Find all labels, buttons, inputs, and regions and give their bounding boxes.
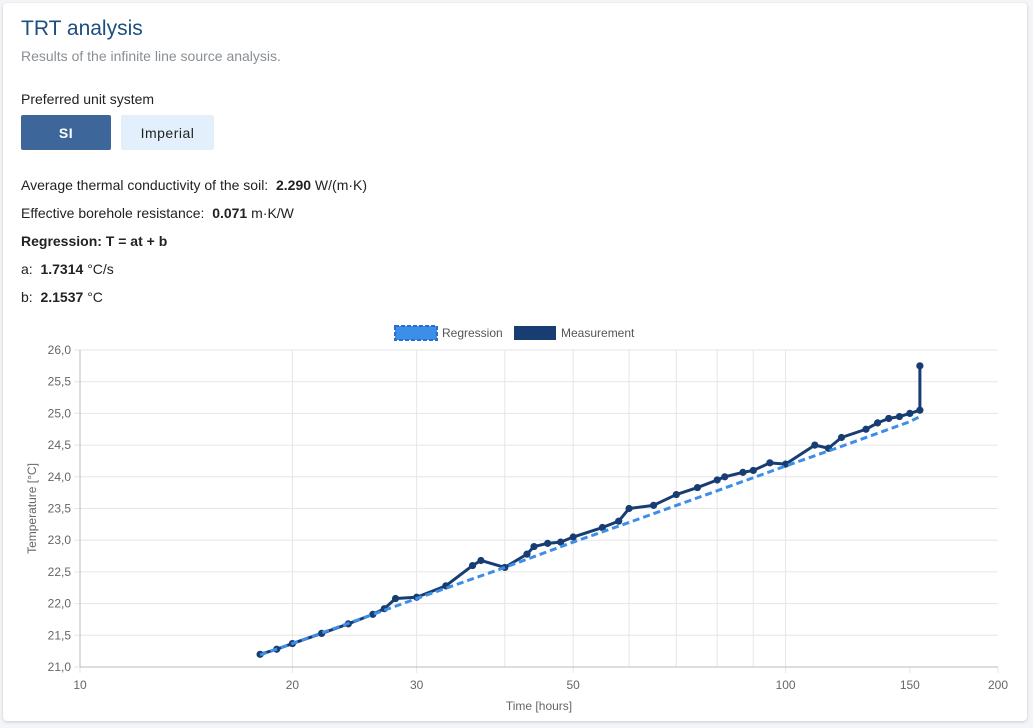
measurement-point	[916, 406, 924, 414]
measurement-point	[837, 433, 846, 442]
measurement-point	[693, 483, 702, 492]
x-tick-label: 30	[410, 678, 424, 692]
measurement-point	[477, 556, 485, 565]
y-tick-label: 23,0	[48, 533, 72, 547]
measurement-point	[906, 409, 914, 417]
measurement-point	[625, 504, 633, 513]
measurement-point	[721, 473, 729, 481]
y-tick-label: 24,0	[48, 470, 72, 484]
measurement-point	[530, 542, 538, 551]
measurement-point	[649, 501, 658, 509]
legend-regression-swatch	[394, 325, 438, 341]
measurement-point	[916, 362, 924, 370]
measurement-point	[569, 533, 577, 541]
y-tick-label: 22,5	[48, 565, 72, 579]
legend-measurement-label: Measurement	[561, 326, 635, 340]
measurement-point	[811, 441, 819, 449]
x-tick-label: 200	[988, 678, 1008, 692]
measurement-point	[862, 425, 870, 433]
temperature-chart: 21,0 21,5 22,0 22,5 23,0 23,5 24,0 24,5 25,0 25,5…	[25, 325, 1008, 713]
measurement-point	[544, 539, 552, 547]
measurement-point	[739, 468, 747, 476]
y-tick-label: 23,5	[48, 502, 72, 516]
measurement-point	[615, 517, 623, 525]
measurement-point	[766, 459, 774, 467]
x-tick-label: 100	[776, 678, 796, 692]
measurement-point	[873, 419, 882, 427]
y-tick-label: 26,0	[48, 343, 72, 357]
y-tick-label: 25,0	[48, 406, 72, 420]
y-tick-label: 22,0	[48, 597, 72, 611]
y-tick-label: 21,5	[48, 628, 72, 642]
measurement-point	[885, 414, 893, 423]
regression-line	[259, 415, 921, 657]
y-axis-title: Temperature [°C]	[25, 463, 39, 554]
legend-regression-label: Regression	[442, 326, 503, 340]
measurement-point	[895, 412, 904, 421]
measurement-point	[713, 476, 721, 484]
measurement-line	[259, 365, 922, 656]
x-axis-title: Time [hours]	[506, 699, 572, 713]
y-tick-label: 24,5	[48, 438, 72, 452]
measurement-point	[749, 466, 757, 475]
measurement-point	[672, 490, 680, 499]
x-tick-label: 150	[900, 678, 920, 692]
legend-measurement-swatch	[514, 326, 556, 340]
x-tick-label: 10	[73, 678, 87, 692]
y-tick-label: 21,0	[48, 660, 72, 674]
y-tick-label: 25,5	[48, 375, 72, 389]
x-tick-label: 50	[567, 678, 581, 692]
measurement-point	[523, 550, 531, 558]
measurement-point	[468, 561, 477, 570]
measurement-point	[391, 594, 400, 603]
x-tick-label: 20	[286, 678, 300, 692]
